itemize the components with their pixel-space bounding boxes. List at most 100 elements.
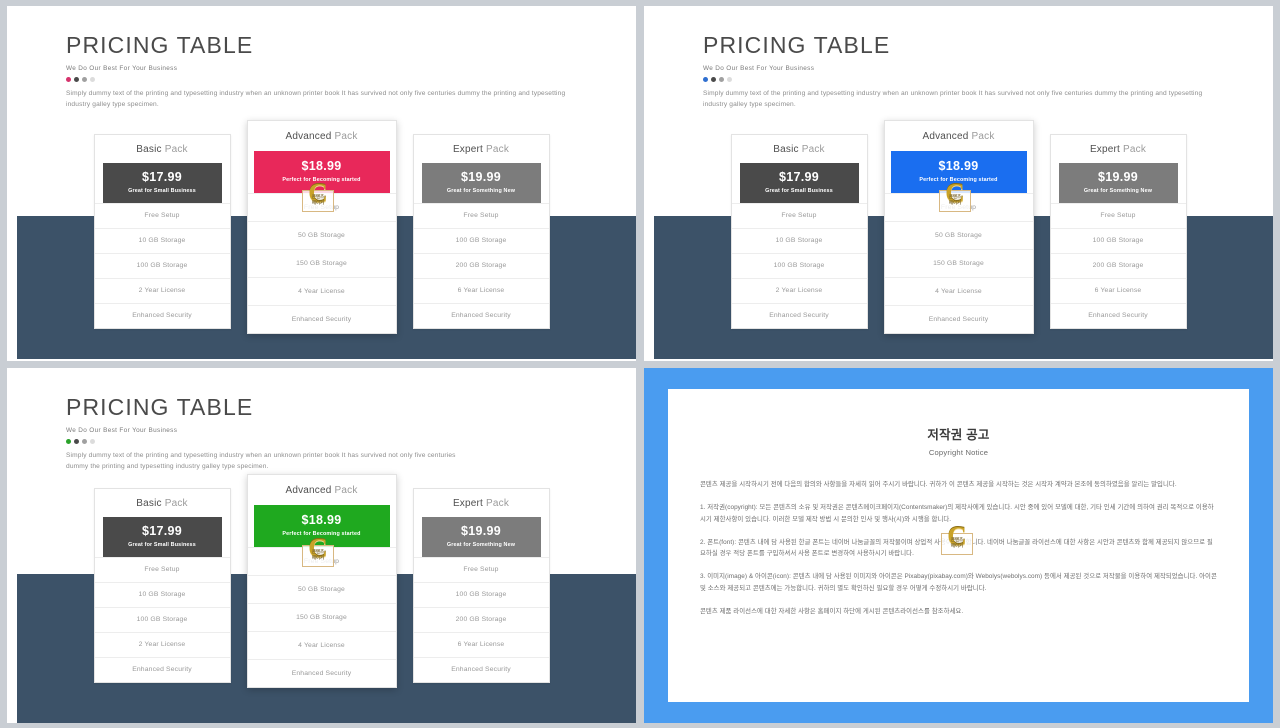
page-title: PRICING TABLE [66, 394, 254, 420]
pricing-card-basic[interactable]: Basic Pack $17.99 Great for Small Busine… [730, 134, 868, 329]
card-title-basic: Basic Pack [95, 135, 230, 163]
page-subtitle: We Do Our Best For Your Business [66, 65, 178, 72]
card-title-basic: Basic Pack [732, 135, 867, 163]
price-note: Great for Something New [446, 541, 516, 548]
feature-item: Enhanced Security [413, 302, 549, 328]
price-amount: $19.99 [460, 170, 502, 184]
feature-item: 10 GB Storage [94, 581, 230, 607]
price-box-expert: $19.99 Great for Something New [1058, 163, 1178, 203]
feature-item: 200 GB Storage [413, 606, 549, 632]
slide-header: PRICING TABLE We Do Our Best For Your Bu… [703, 34, 890, 82]
feature-item: 4 Year License [247, 276, 396, 305]
intro-paragraph: Simply dummy text of the printing and ty… [66, 452, 456, 470]
card-plan-suffix: Pack [1120, 144, 1147, 155]
card-plan-suffix: Pack [798, 144, 825, 155]
feature-item: 150 GB Storage [247, 248, 396, 277]
slide-thumbnail-top-left[interactable]: PRICING TABLE We Do Our Best For Your Bu… [7, 6, 636, 361]
feature-item: Enhanced Security [94, 302, 230, 328]
feature-item: 150 GB Storage [884, 248, 1033, 277]
card-plan-name: Expert [452, 144, 484, 155]
price-note: Perfect for Becoming started [282, 530, 361, 537]
price-amount: $19.99 [1097, 170, 1139, 184]
feature-item: 10 GB Storage [94, 227, 230, 253]
feature-item: Free Setup [94, 202, 230, 228]
slide-thumbnail-bottom-left[interactable]: PRICING TABLE We Do Our Best For Your Bu… [7, 368, 636, 723]
feature-item: Free Setup [884, 192, 1033, 221]
copyright-body: 콘텐츠 제공을 시작하시기 전에 다음의 합의와 사항들을 자세히 읽어 주시기… [700, 479, 1217, 618]
page-subtitle: We Do Our Best For Your Business [66, 427, 178, 434]
feature-item: 100 GB Storage [413, 581, 549, 607]
pricing-card-advanced[interactable]: Advanced Pack $18.99 Perfect for Becomin… [246, 120, 397, 334]
copyright-paragraph-1: 1. 저작권(copyright): 모든 콘텐츠의 소유 및 저작권은 콘텐츠… [700, 503, 1214, 523]
slide-thumbnail-top-right[interactable]: PRICING TABLE We Do Our Best For Your Bu… [644, 6, 1273, 361]
feature-item: 100 GB Storage [94, 606, 230, 632]
feature-item: Free Setup [413, 202, 549, 228]
feature-item: 4 Year License [884, 276, 1033, 305]
feature-item: 50 GB Storage [247, 574, 396, 603]
feature-item: 150 GB Storage [247, 602, 396, 631]
copyright-title: 저작권 공고 [927, 428, 990, 442]
feature-item: Free Setup [413, 556, 549, 582]
feature-item: Free Setup [247, 546, 396, 575]
card-title-expert: Expert Pack [1051, 135, 1186, 163]
copyright-sheet: 저작권 공고 Copyright Notice 콘텐츠 제공을 시작하시기 전에… [668, 389, 1249, 702]
card-plan-name: Expert [452, 498, 484, 509]
price-amount: $18.99 [301, 513, 342, 527]
pricing-card-advanced[interactable]: Advanced Pack $18.99 Perfect for Becomin… [883, 120, 1034, 334]
pricing-card-group: Basic Pack $17.99 Great for Small Busine… [7, 474, 636, 688]
card-plan-name: Basic [136, 498, 162, 509]
card-plan-name: Advanced [922, 131, 969, 142]
intro-paragraph: Simply dummy text of the printing and ty… [703, 90, 1203, 108]
feature-item: 2 Year License [94, 277, 230, 303]
feature-item: 6 Year License [1050, 277, 1186, 303]
slide-grid-canvas: PRICING TABLE We Do Our Best For Your Bu… [0, 0, 1280, 728]
feature-item: 10 GB Storage [731, 227, 867, 253]
card-plan-suffix: Pack [331, 131, 358, 142]
price-box-expert: $19.99 Great for Something New [421, 517, 541, 557]
card-plan-suffix: Pack [483, 498, 510, 509]
pricing-card-expert[interactable]: Expert Pack $19.99 Great for Something N… [1049, 134, 1187, 329]
pricing-card-group: Basic Pack $17.99 Great for Small Busine… [7, 120, 636, 334]
feature-item: Free Setup [731, 202, 867, 228]
price-box-basic: $17.99 Great for Small Business [739, 163, 859, 203]
price-note: Perfect for Becoming started [282, 176, 361, 183]
feature-item: 2 Year License [731, 277, 867, 303]
card-title-expert: Expert Pack [414, 489, 549, 517]
copyright-paragraph-2: 2. 폰트(font): 콘텐츠 내에 담 사용된 한글 폰트는 네이버 나눔글… [700, 538, 1213, 558]
card-title-basic: Basic Pack [95, 489, 230, 517]
pricing-card-basic[interactable]: Basic Pack $17.99 Great for Small Busine… [93, 134, 231, 329]
feature-item: Enhanced Security [884, 304, 1033, 333]
slide-thumbnail-copyright-notice[interactable]: 저작권 공고 Copyright Notice 콘텐츠 제공을 시작하시기 전에… [644, 368, 1273, 723]
price-box-advanced: $18.99 Perfect for Becoming started [253, 151, 390, 193]
slide-header: PRICING TABLE We Do Our Best For Your Bu… [66, 34, 253, 82]
card-plan-suffix: Pack [161, 498, 188, 509]
feature-item: Free Setup [94, 556, 230, 582]
dot-4 [90, 77, 95, 82]
feature-item: Free Setup [247, 192, 396, 221]
feature-item: Enhanced Security [247, 304, 396, 333]
feature-item: 200 GB Storage [413, 252, 549, 278]
price-box-basic: $17.99 Great for Small Business [102, 517, 222, 557]
pricing-card-expert[interactable]: Expert Pack $19.99 Great for Something N… [412, 134, 550, 329]
page-title: PRICING TABLE [703, 32, 891, 58]
page-title: PRICING TABLE [66, 32, 254, 58]
feature-item: 2 Year License [94, 631, 230, 657]
price-note: Great for Small Business [765, 187, 833, 194]
feature-item: 6 Year License [413, 631, 549, 657]
dot-2 [711, 77, 716, 82]
price-amount: $17.99 [141, 170, 183, 184]
card-plan-suffix: Pack [968, 131, 995, 142]
copyright-paragraph-footer: 콘텐츠 제품 라이선스에 대한 자세한 사항은 홈페이지 하단에 게시된 콘텐츠… [700, 607, 964, 615]
dot-3 [719, 77, 724, 82]
price-note: Great for Something New [1083, 187, 1153, 194]
pricing-card-advanced[interactable]: Advanced Pack $18.99 Perfect for Becomin… [246, 474, 397, 688]
feature-item: 50 GB Storage [884, 220, 1033, 249]
feature-item: 100 GB Storage [1050, 227, 1186, 253]
feature-item: Free Setup [1050, 202, 1186, 228]
pricing-card-expert[interactable]: Expert Pack $19.99 Great for Something N… [412, 488, 550, 683]
dot-1 [66, 77, 71, 82]
page-subtitle: We Do Our Best For Your Business [703, 65, 815, 72]
price-note: Great for Small Business [128, 541, 196, 548]
pricing-card-basic[interactable]: Basic Pack $17.99 Great for Small Busine… [93, 488, 231, 683]
card-plan-name: Expert [1089, 144, 1121, 155]
